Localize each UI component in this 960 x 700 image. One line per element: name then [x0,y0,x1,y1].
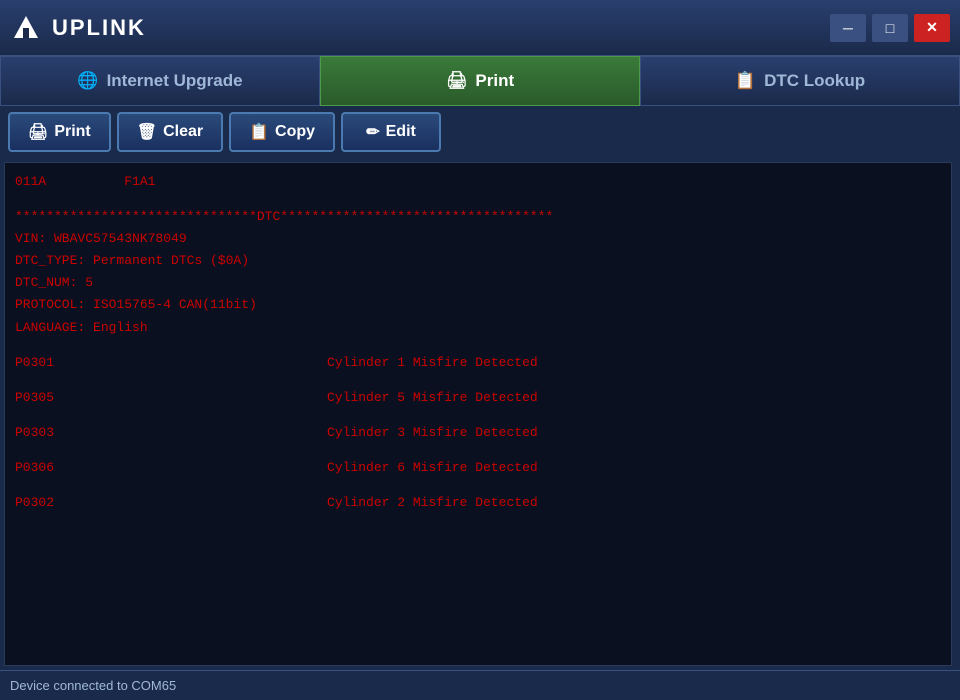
edit-button[interactable]: ✏ Edit [341,112,441,152]
empty-line [15,409,941,422]
code-line: LANGUAGE: English [15,317,941,339]
dtc-lookup-icon: 📋 [735,71,756,91]
print-button[interactable]: 🖨 Print [8,112,111,152]
text-display[interactable]: 011A F1A1 ******************************… [4,162,952,666]
empty-line [15,374,941,387]
dtc-line: P0305 Cylinder 5 Misfire Detected [15,387,941,409]
dtc-line: P0306 Cylinder 6 Misfire Detected [15,457,941,479]
tab-dtc-lookup[interactable]: 📋 DTC Lookup [640,56,960,106]
print-tab-icon: 🖨 [446,71,468,91]
edit-button-icon: ✏ [366,122,379,142]
toolbar: 🖨 Print 🗑 Clear 📋 Copy ✏ Edit [0,106,960,158]
clear-button[interactable]: 🗑 Clear [117,112,223,152]
logo-area: UPLINK [10,12,146,44]
content-area: 011A F1A1 ******************************… [0,158,960,670]
internet-upgrade-icon: 🌐 [77,71,98,91]
tab-print[interactable]: 🖨 Print [320,56,640,106]
nav-tabs: 🌐 Internet Upgrade 🖨 Print 📋 DTC Lookup [0,56,960,106]
copy-button[interactable]: 📋 Copy [229,112,335,152]
app-title: UPLINK [52,15,146,41]
print-button-icon: 🖨 [28,122,48,142]
clear-button-icon: 🗑 [137,122,157,142]
code-line: VIN: WBAVC57543NK78049 [15,228,941,250]
code-line: PROTOCOL: ISO15765-4 CAN(11bit) [15,294,941,316]
copy-button-icon: 📋 [249,122,269,142]
maximize-button[interactable]: □ [872,14,908,42]
dtc-line: P0303 Cylinder 3 Misfire Detected [15,422,941,444]
empty-line [15,193,941,206]
empty-line [15,444,941,457]
window-controls: ─ □ ✕ [830,14,950,42]
tab-internet-upgrade[interactable]: 🌐 Internet Upgrade [0,56,320,106]
code-line: DTC_NUM: 5 [15,272,941,294]
code-line: DTC_TYPE: Permanent DTCs ($0A) [15,250,941,272]
status-text: Device connected to COM65 [10,678,176,693]
minimize-button[interactable]: ─ [830,14,866,42]
close-button[interactable]: ✕ [914,14,950,42]
empty-line [15,479,941,492]
dtc-line: P0301 Cylinder 1 Misfire Detected [15,352,941,374]
title-bar: UPLINK ─ □ ✕ [0,0,960,56]
dtc-line: P0302 Cylinder 2 Misfire Detected [15,492,941,514]
separator-line: *******************************DTC******… [15,206,941,228]
code-line: 011A F1A1 [15,171,941,193]
empty-line [15,339,941,352]
status-bar: Device connected to COM65 [0,670,960,700]
uplink-logo-icon [10,12,42,44]
